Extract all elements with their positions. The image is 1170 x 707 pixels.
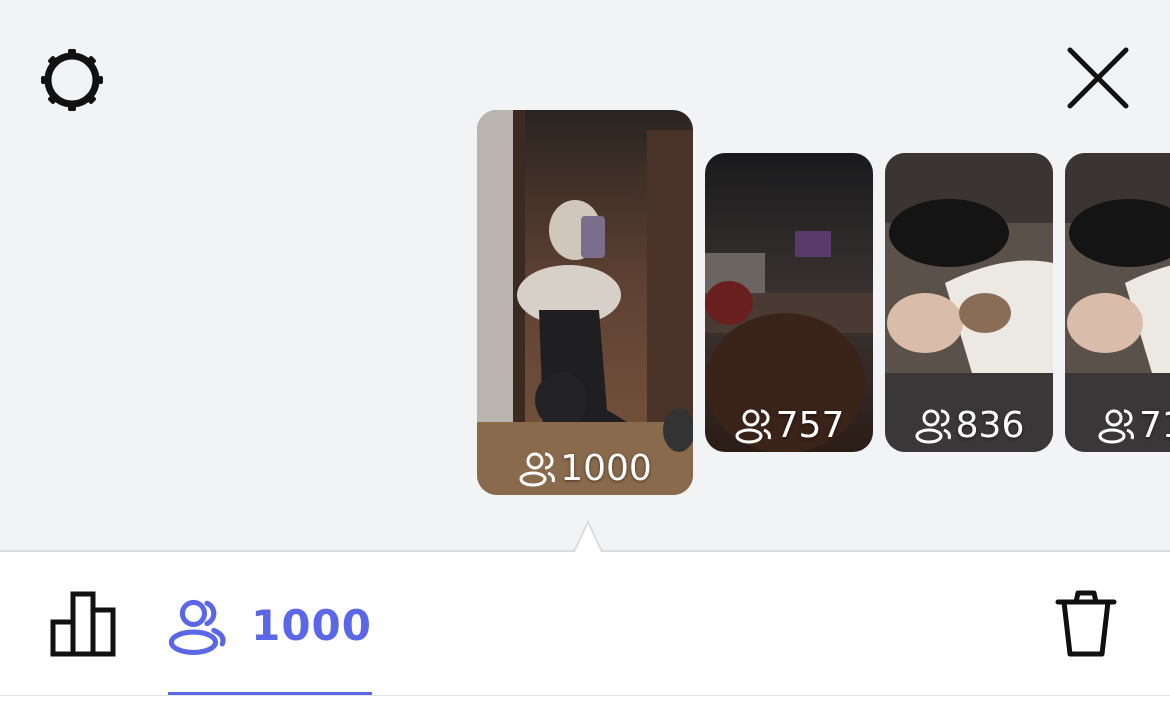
gear-icon xyxy=(41,49,103,111)
bottom-divider xyxy=(0,695,1170,696)
viewer-count-label: 836 xyxy=(955,405,1025,446)
viewer-count-label: 757 xyxy=(775,405,845,446)
viewers-tab[interactable]: 1000 xyxy=(168,585,372,697)
story-thumbnail[interactable]: 757 xyxy=(705,153,873,452)
viewers-count: 1000 xyxy=(251,601,372,650)
story-thumbnail[interactable]: 71 xyxy=(1065,153,1170,452)
story-carousel-area: 1000 757 836 7 xyxy=(0,0,1170,550)
viewers-icon xyxy=(915,409,951,443)
story-thumbnail[interactable]: 836 xyxy=(885,153,1053,452)
viewers-icon xyxy=(1098,409,1134,443)
selection-pointer xyxy=(548,519,628,554)
story-viewer-count: 71 xyxy=(1065,405,1170,446)
settings-button[interactable] xyxy=(36,44,108,116)
close-icon xyxy=(1067,47,1129,109)
viewers-icon xyxy=(168,599,226,656)
viewer-count-label: 71 xyxy=(1139,405,1170,446)
story-viewer-count: 836 xyxy=(885,405,1053,446)
viewers-icon xyxy=(735,409,771,443)
close-button[interactable] xyxy=(1062,42,1134,114)
delete-button[interactable] xyxy=(1050,588,1122,660)
viewer-count-label: 1000 xyxy=(560,448,652,489)
story-thumbnail-selected[interactable]: 1000 xyxy=(477,110,693,495)
viewers-icon xyxy=(519,452,556,486)
bar-chart-icon xyxy=(50,591,116,657)
story-photo xyxy=(477,110,693,495)
story-viewer-count: 757 xyxy=(705,405,873,446)
story-viewer-count: 1000 xyxy=(477,448,693,489)
stats-button[interactable] xyxy=(48,588,120,660)
trash-icon xyxy=(1055,590,1117,657)
